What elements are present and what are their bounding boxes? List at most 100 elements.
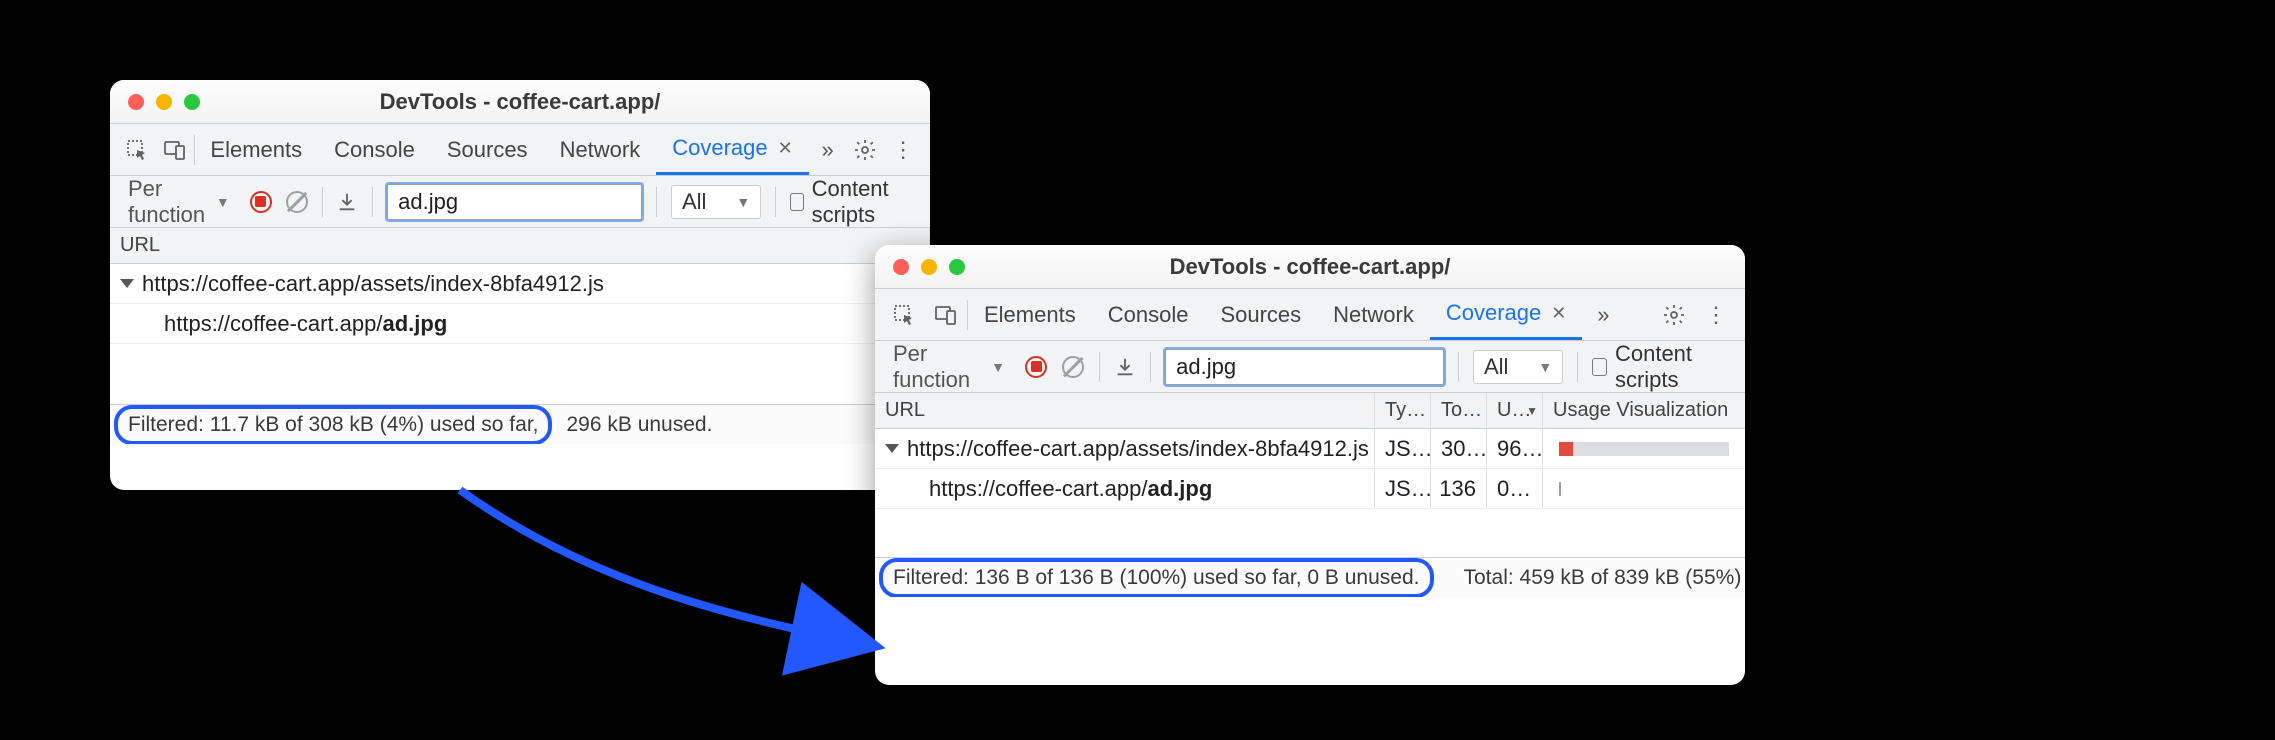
url-text: https://coffee-cart.app/ <box>929 476 1148 502</box>
minimize-icon[interactable] <box>156 94 172 110</box>
settings-icon[interactable] <box>846 138 884 162</box>
tab-sources[interactable]: Sources <box>431 124 544 175</box>
url-text: https://coffee-cart.app/ <box>164 311 383 337</box>
table-header: URL <box>110 228 930 264</box>
close-icon[interactable] <box>128 94 144 110</box>
tab-sources[interactable]: Sources <box>1204 289 1317 340</box>
clear-button[interactable] <box>1062 353 1085 381</box>
close-icon[interactable] <box>893 259 909 275</box>
type-filter-select[interactable]: All ▼ <box>1473 350 1563 384</box>
coverage-toolbar: Per function ▼ ✕ All ▼ Content scripts <box>110 176 930 228</box>
chevron-down-icon: ▼ <box>216 194 230 210</box>
content-scripts-checkbox[interactable]: Content scripts <box>1592 341 1733 393</box>
chevron-down-icon: ▼ <box>991 359 1005 375</box>
separator <box>1099 352 1100 382</box>
inspect-icon[interactable] <box>118 138 156 162</box>
chevron-down-icon: ▼ <box>1538 359 1552 375</box>
disclosure-triangle-icon[interactable] <box>120 279 134 288</box>
close-tab-icon[interactable]: ✕ <box>1551 303 1566 324</box>
separator <box>372 187 373 217</box>
table-row[interactable]: https://coffee-cart.app/ad.jpg JS… 136 0… <box>875 469 1745 509</box>
more-tabs-icon[interactable]: » <box>1582 302 1624 328</box>
cell-total: 30… <box>1431 429 1487 468</box>
record-button[interactable] <box>1025 353 1048 381</box>
table-row[interactable]: https://coffee-cart.app/assets/index-8bf… <box>110 264 930 304</box>
devtools-window-1: DevTools - coffee-cart.app/ Elements Con… <box>110 80 930 490</box>
granularity-label: Per function <box>893 341 985 393</box>
chevron-down-icon: ▼ <box>736 194 750 210</box>
url-text: https://coffee-cart.app/assets/index-8bf… <box>907 436 1369 462</box>
coverage-toolbar: Per function ▼ ✕ All ▼ Content scripts <box>875 341 1745 393</box>
column-usage-vis[interactable]: Usage Visualization <box>1543 393 1745 428</box>
checkbox-icon <box>1592 358 1607 376</box>
tab-label: Coverage <box>1446 300 1541 326</box>
column-unused[interactable]: U… ▼ <box>1487 393 1543 428</box>
maximize-icon[interactable] <box>949 259 965 275</box>
tab-label: Coverage <box>672 135 767 161</box>
export-button[interactable] <box>1113 353 1136 381</box>
separator <box>656 187 657 217</box>
record-button[interactable] <box>250 188 272 216</box>
filter-field[interactable] <box>396 188 688 216</box>
tab-network[interactable]: Network <box>1317 289 1430 340</box>
devtools-window-2: DevTools - coffee-cart.app/ Elements Con… <box>875 245 1745 685</box>
close-tab-icon[interactable]: ✕ <box>778 138 793 159</box>
column-url[interactable]: URL <box>875 393 1375 428</box>
tab-network[interactable]: Network <box>544 124 657 175</box>
cell-usage-vis <box>1543 429 1745 468</box>
url-filter-input[interactable]: ✕ <box>1165 349 1444 385</box>
tab-coverage[interactable]: Coverage ✕ <box>1430 289 1582 340</box>
url-match: ad.jpg <box>383 311 448 337</box>
settings-icon[interactable] <box>1653 303 1695 327</box>
url-filter-input[interactable]: ✕ <box>387 184 642 220</box>
tab-label: Elements <box>210 137 302 163</box>
maximize-icon[interactable] <box>184 94 200 110</box>
kebab-menu-icon[interactable]: ⋮ <box>884 137 922 163</box>
status-extra: 296 kB unused. <box>556 409 722 441</box>
inspect-icon[interactable] <box>883 303 925 327</box>
table-header: URL Ty… To… U… ▼ Usage Visualization <box>875 393 1745 429</box>
url-text: https://coffee-cart.app/assets/index-8bf… <box>142 271 604 297</box>
type-filter-label: All <box>1484 354 1508 380</box>
export-button[interactable] <box>336 188 358 216</box>
kebab-menu-icon[interactable]: ⋮ <box>1695 302 1737 328</box>
type-filter-select[interactable]: All ▼ <box>671 185 761 219</box>
content-scripts-checkbox[interactable]: Content scripts <box>790 176 918 228</box>
tab-console[interactable]: Console <box>318 124 431 175</box>
tab-console[interactable]: Console <box>1092 289 1205 340</box>
granularity-select[interactable]: Per function ▼ <box>122 174 236 230</box>
device-toggle-icon[interactable] <box>156 138 194 162</box>
column-total[interactable]: To… <box>1431 393 1487 428</box>
clear-button[interactable] <box>286 188 308 216</box>
minimize-icon[interactable] <box>921 259 937 275</box>
table-body: https://coffee-cart.app/assets/index-8bf… <box>875 429 1745 509</box>
tab-coverage[interactable]: Coverage ✕ <box>656 124 808 175</box>
cell-total: 136 <box>1431 469 1487 508</box>
table-row[interactable]: https://coffee-cart.app/ad.jpg <box>110 304 930 344</box>
granularity-select[interactable]: Per function ▼ <box>887 339 1011 395</box>
traffic-lights <box>110 94 218 110</box>
filter-field[interactable] <box>1174 353 1466 381</box>
more-tabs-icon[interactable]: » <box>809 137 847 163</box>
tab-elements[interactable]: Elements <box>968 289 1092 340</box>
cell-unused: 96… <box>1487 429 1543 468</box>
checkbox-label: Content scripts <box>812 176 918 228</box>
traffic-lights <box>875 259 983 275</box>
granularity-label: Per function <box>128 176 210 228</box>
cell-unused: 0… <box>1487 469 1543 508</box>
type-filter-label: All <box>682 189 706 215</box>
tab-elements[interactable]: Elements <box>194 124 318 175</box>
cell-type: JS… <box>1375 429 1431 468</box>
status-bar: Filtered: 136 B of 136 B (100%) used so … <box>875 557 1745 597</box>
column-type[interactable]: Ty… <box>1375 393 1431 428</box>
tab-label: Network <box>1333 302 1414 328</box>
tab-label: Console <box>1108 302 1189 328</box>
separator <box>1577 352 1578 382</box>
table-row[interactable]: https://coffee-cart.app/assets/index-8bf… <box>875 429 1745 469</box>
checkbox-icon <box>790 193 804 211</box>
separator <box>1150 352 1151 382</box>
disclosure-triangle-icon[interactable] <box>885 444 899 453</box>
device-toggle-icon[interactable] <box>925 303 967 327</box>
column-url[interactable]: URL <box>110 228 930 263</box>
window-title: DevTools - coffee-cart.app/ <box>875 254 1745 280</box>
